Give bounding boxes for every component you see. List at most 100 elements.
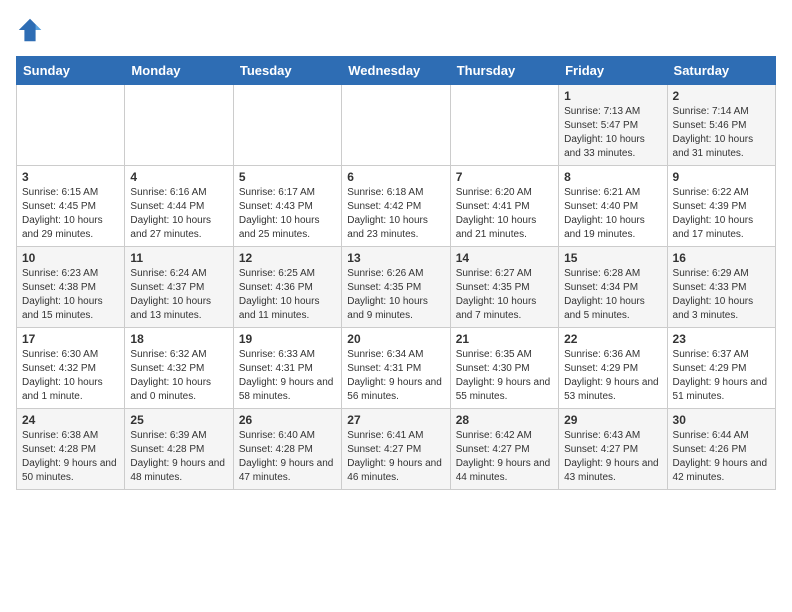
day-number: 9: [673, 170, 770, 184]
day-info: Sunrise: 6:18 AM Sunset: 4:42 PM Dayligh…: [347, 186, 444, 242]
calendar-cell: 16 Sunrise: 6:29 AM Sunset: 4:33 PM Dayli…: [667, 247, 775, 328]
day-info: Sunrise: 6:43 AM Sunset: 4:27 PM Dayligh…: [564, 429, 661, 485]
logo-icon: [16, 16, 44, 44]
calendar-cell: 14 Sunrise: 6:27 AM Sunset: 4:35 PM Dayli…: [450, 247, 558, 328]
calendar-cell: 13 Sunrise: 6:26 AM Sunset: 4:35 PM Dayli…: [342, 247, 450, 328]
day-info: Sunrise: 6:33 AM Sunset: 4:31 PM Dayligh…: [239, 348, 336, 404]
day-info: Sunrise: 6:30 AM Sunset: 4:32 PM Dayligh…: [22, 348, 119, 404]
calendar-cell: 9 Sunrise: 6:22 AM Sunset: 4:39 PM Daylig…: [667, 166, 775, 247]
calendar-cell: 6 Sunrise: 6:18 AM Sunset: 4:42 PM Daylig…: [342, 166, 450, 247]
calendar-cell: 7 Sunrise: 6:20 AM Sunset: 4:41 PM Daylig…: [450, 166, 558, 247]
day-number: 29: [564, 413, 661, 427]
calendar-cell: 26 Sunrise: 6:40 AM Sunset: 4:28 PM Dayli…: [233, 409, 341, 490]
col-header-tuesday: Tuesday: [233, 57, 341, 85]
logo: [16, 16, 48, 44]
day-number: 14: [456, 251, 553, 265]
page-header: [16, 16, 776, 44]
day-number: 24: [22, 413, 119, 427]
day-info: Sunrise: 6:29 AM Sunset: 4:33 PM Dayligh…: [673, 267, 770, 323]
calendar-cell: 25 Sunrise: 6:39 AM Sunset: 4:28 PM Dayli…: [125, 409, 233, 490]
day-number: 3: [22, 170, 119, 184]
day-number: 6: [347, 170, 444, 184]
day-info: Sunrise: 6:44 AM Sunset: 4:26 PM Dayligh…: [673, 429, 770, 485]
calendar-cell: 10 Sunrise: 6:23 AM Sunset: 4:38 PM Dayli…: [17, 247, 125, 328]
day-info: Sunrise: 6:34 AM Sunset: 4:31 PM Dayligh…: [347, 348, 444, 404]
day-info: Sunrise: 6:41 AM Sunset: 4:27 PM Dayligh…: [347, 429, 444, 485]
day-info: Sunrise: 6:21 AM Sunset: 4:40 PM Dayligh…: [564, 186, 661, 242]
day-info: Sunrise: 7:14 AM Sunset: 5:46 PM Dayligh…: [673, 105, 770, 161]
day-number: 22: [564, 332, 661, 346]
day-number: 5: [239, 170, 336, 184]
day-number: 10: [22, 251, 119, 265]
day-info: Sunrise: 6:35 AM Sunset: 4:30 PM Dayligh…: [456, 348, 553, 404]
day-info: Sunrise: 6:22 AM Sunset: 4:39 PM Dayligh…: [673, 186, 770, 242]
day-info: Sunrise: 7:13 AM Sunset: 5:47 PM Dayligh…: [564, 105, 661, 161]
calendar-cell: 20 Sunrise: 6:34 AM Sunset: 4:31 PM Dayli…: [342, 328, 450, 409]
day-info: Sunrise: 6:27 AM Sunset: 4:35 PM Dayligh…: [456, 267, 553, 323]
day-number: 27: [347, 413, 444, 427]
col-header-friday: Friday: [559, 57, 667, 85]
day-info: Sunrise: 6:20 AM Sunset: 4:41 PM Dayligh…: [456, 186, 553, 242]
day-info: Sunrise: 6:26 AM Sunset: 4:35 PM Dayligh…: [347, 267, 444, 323]
day-number: 20: [347, 332, 444, 346]
calendar-cell: 4 Sunrise: 6:16 AM Sunset: 4:44 PM Daylig…: [125, 166, 233, 247]
calendar-cell: 29 Sunrise: 6:43 AM Sunset: 4:27 PM Dayli…: [559, 409, 667, 490]
day-info: Sunrise: 6:15 AM Sunset: 4:45 PM Dayligh…: [22, 186, 119, 242]
col-header-wednesday: Wednesday: [342, 57, 450, 85]
day-info: Sunrise: 6:36 AM Sunset: 4:29 PM Dayligh…: [564, 348, 661, 404]
day-info: Sunrise: 6:25 AM Sunset: 4:36 PM Dayligh…: [239, 267, 336, 323]
day-info: Sunrise: 6:42 AM Sunset: 4:27 PM Dayligh…: [456, 429, 553, 485]
day-info: Sunrise: 6:38 AM Sunset: 4:28 PM Dayligh…: [22, 429, 119, 485]
calendar-cell: 2Sunrise: 7:14 AM Sunset: 5:46 PM Daylig…: [667, 85, 775, 166]
calendar-cell: 8 Sunrise: 6:21 AM Sunset: 4:40 PM Daylig…: [559, 166, 667, 247]
day-number: 16: [673, 251, 770, 265]
calendar-cell: [17, 85, 125, 166]
day-number: 28: [456, 413, 553, 427]
day-number: 21: [456, 332, 553, 346]
day-number: 23: [673, 332, 770, 346]
day-number: 8: [564, 170, 661, 184]
day-info: Sunrise: 6:32 AM Sunset: 4:32 PM Dayligh…: [130, 348, 227, 404]
day-info: Sunrise: 6:39 AM Sunset: 4:28 PM Dayligh…: [130, 429, 227, 485]
col-header-monday: Monday: [125, 57, 233, 85]
day-number: 26: [239, 413, 336, 427]
calendar-cell: 15 Sunrise: 6:28 AM Sunset: 4:34 PM Dayli…: [559, 247, 667, 328]
day-number: 11: [130, 251, 227, 265]
calendar-cell: 22 Sunrise: 6:36 AM Sunset: 4:29 PM Dayli…: [559, 328, 667, 409]
calendar-cell: [342, 85, 450, 166]
day-number: 13: [347, 251, 444, 265]
day-number: 12: [239, 251, 336, 265]
col-header-thursday: Thursday: [450, 57, 558, 85]
calendar-cell: 23Sunrise: 6:37 AM Sunset: 4:29 PM Dayli…: [667, 328, 775, 409]
calendar-cell: 1 Sunrise: 7:13 AM Sunset: 5:47 PM Daylig…: [559, 85, 667, 166]
day-info: Sunrise: 6:23 AM Sunset: 4:38 PM Dayligh…: [22, 267, 119, 323]
calendar-cell: 30Sunrise: 6:44 AM Sunset: 4:26 PM Dayli…: [667, 409, 775, 490]
day-number: 15: [564, 251, 661, 265]
day-number: 19: [239, 332, 336, 346]
day-info: Sunrise: 6:28 AM Sunset: 4:34 PM Dayligh…: [564, 267, 661, 323]
day-number: 17: [22, 332, 119, 346]
calendar-cell: 19 Sunrise: 6:33 AM Sunset: 4:31 PM Dayli…: [233, 328, 341, 409]
calendar-table: SundayMondayTuesdayWednesdayThursdayFrid…: [16, 56, 776, 490]
calendar-cell: 18 Sunrise: 6:32 AM Sunset: 4:32 PM Dayli…: [125, 328, 233, 409]
day-info: Sunrise: 6:16 AM Sunset: 4:44 PM Dayligh…: [130, 186, 227, 242]
day-number: 18: [130, 332, 227, 346]
calendar-cell: 24 Sunrise: 6:38 AM Sunset: 4:28 PM Dayli…: [17, 409, 125, 490]
calendar-cell: [450, 85, 558, 166]
day-info: Sunrise: 6:40 AM Sunset: 4:28 PM Dayligh…: [239, 429, 336, 485]
calendar-cell: 11 Sunrise: 6:24 AM Sunset: 4:37 PM Dayli…: [125, 247, 233, 328]
col-header-saturday: Saturday: [667, 57, 775, 85]
day-number: 25: [130, 413, 227, 427]
col-header-sunday: Sunday: [17, 57, 125, 85]
day-number: 7: [456, 170, 553, 184]
calendar-cell: 27 Sunrise: 6:41 AM Sunset: 4:27 PM Dayli…: [342, 409, 450, 490]
calendar-cell: 28 Sunrise: 6:42 AM Sunset: 4:27 PM Dayli…: [450, 409, 558, 490]
day-number: 1: [564, 89, 661, 103]
day-info: Sunrise: 6:17 AM Sunset: 4:43 PM Dayligh…: [239, 186, 336, 242]
calendar-cell: 5 Sunrise: 6:17 AM Sunset: 4:43 PM Daylig…: [233, 166, 341, 247]
calendar-cell: [125, 85, 233, 166]
calendar-cell: 17 Sunrise: 6:30 AM Sunset: 4:32 PM Dayli…: [17, 328, 125, 409]
calendar-cell: 3 Sunrise: 6:15 AM Sunset: 4:45 PM Daylig…: [17, 166, 125, 247]
day-info: Sunrise: 6:24 AM Sunset: 4:37 PM Dayligh…: [130, 267, 227, 323]
day-number: 4: [130, 170, 227, 184]
